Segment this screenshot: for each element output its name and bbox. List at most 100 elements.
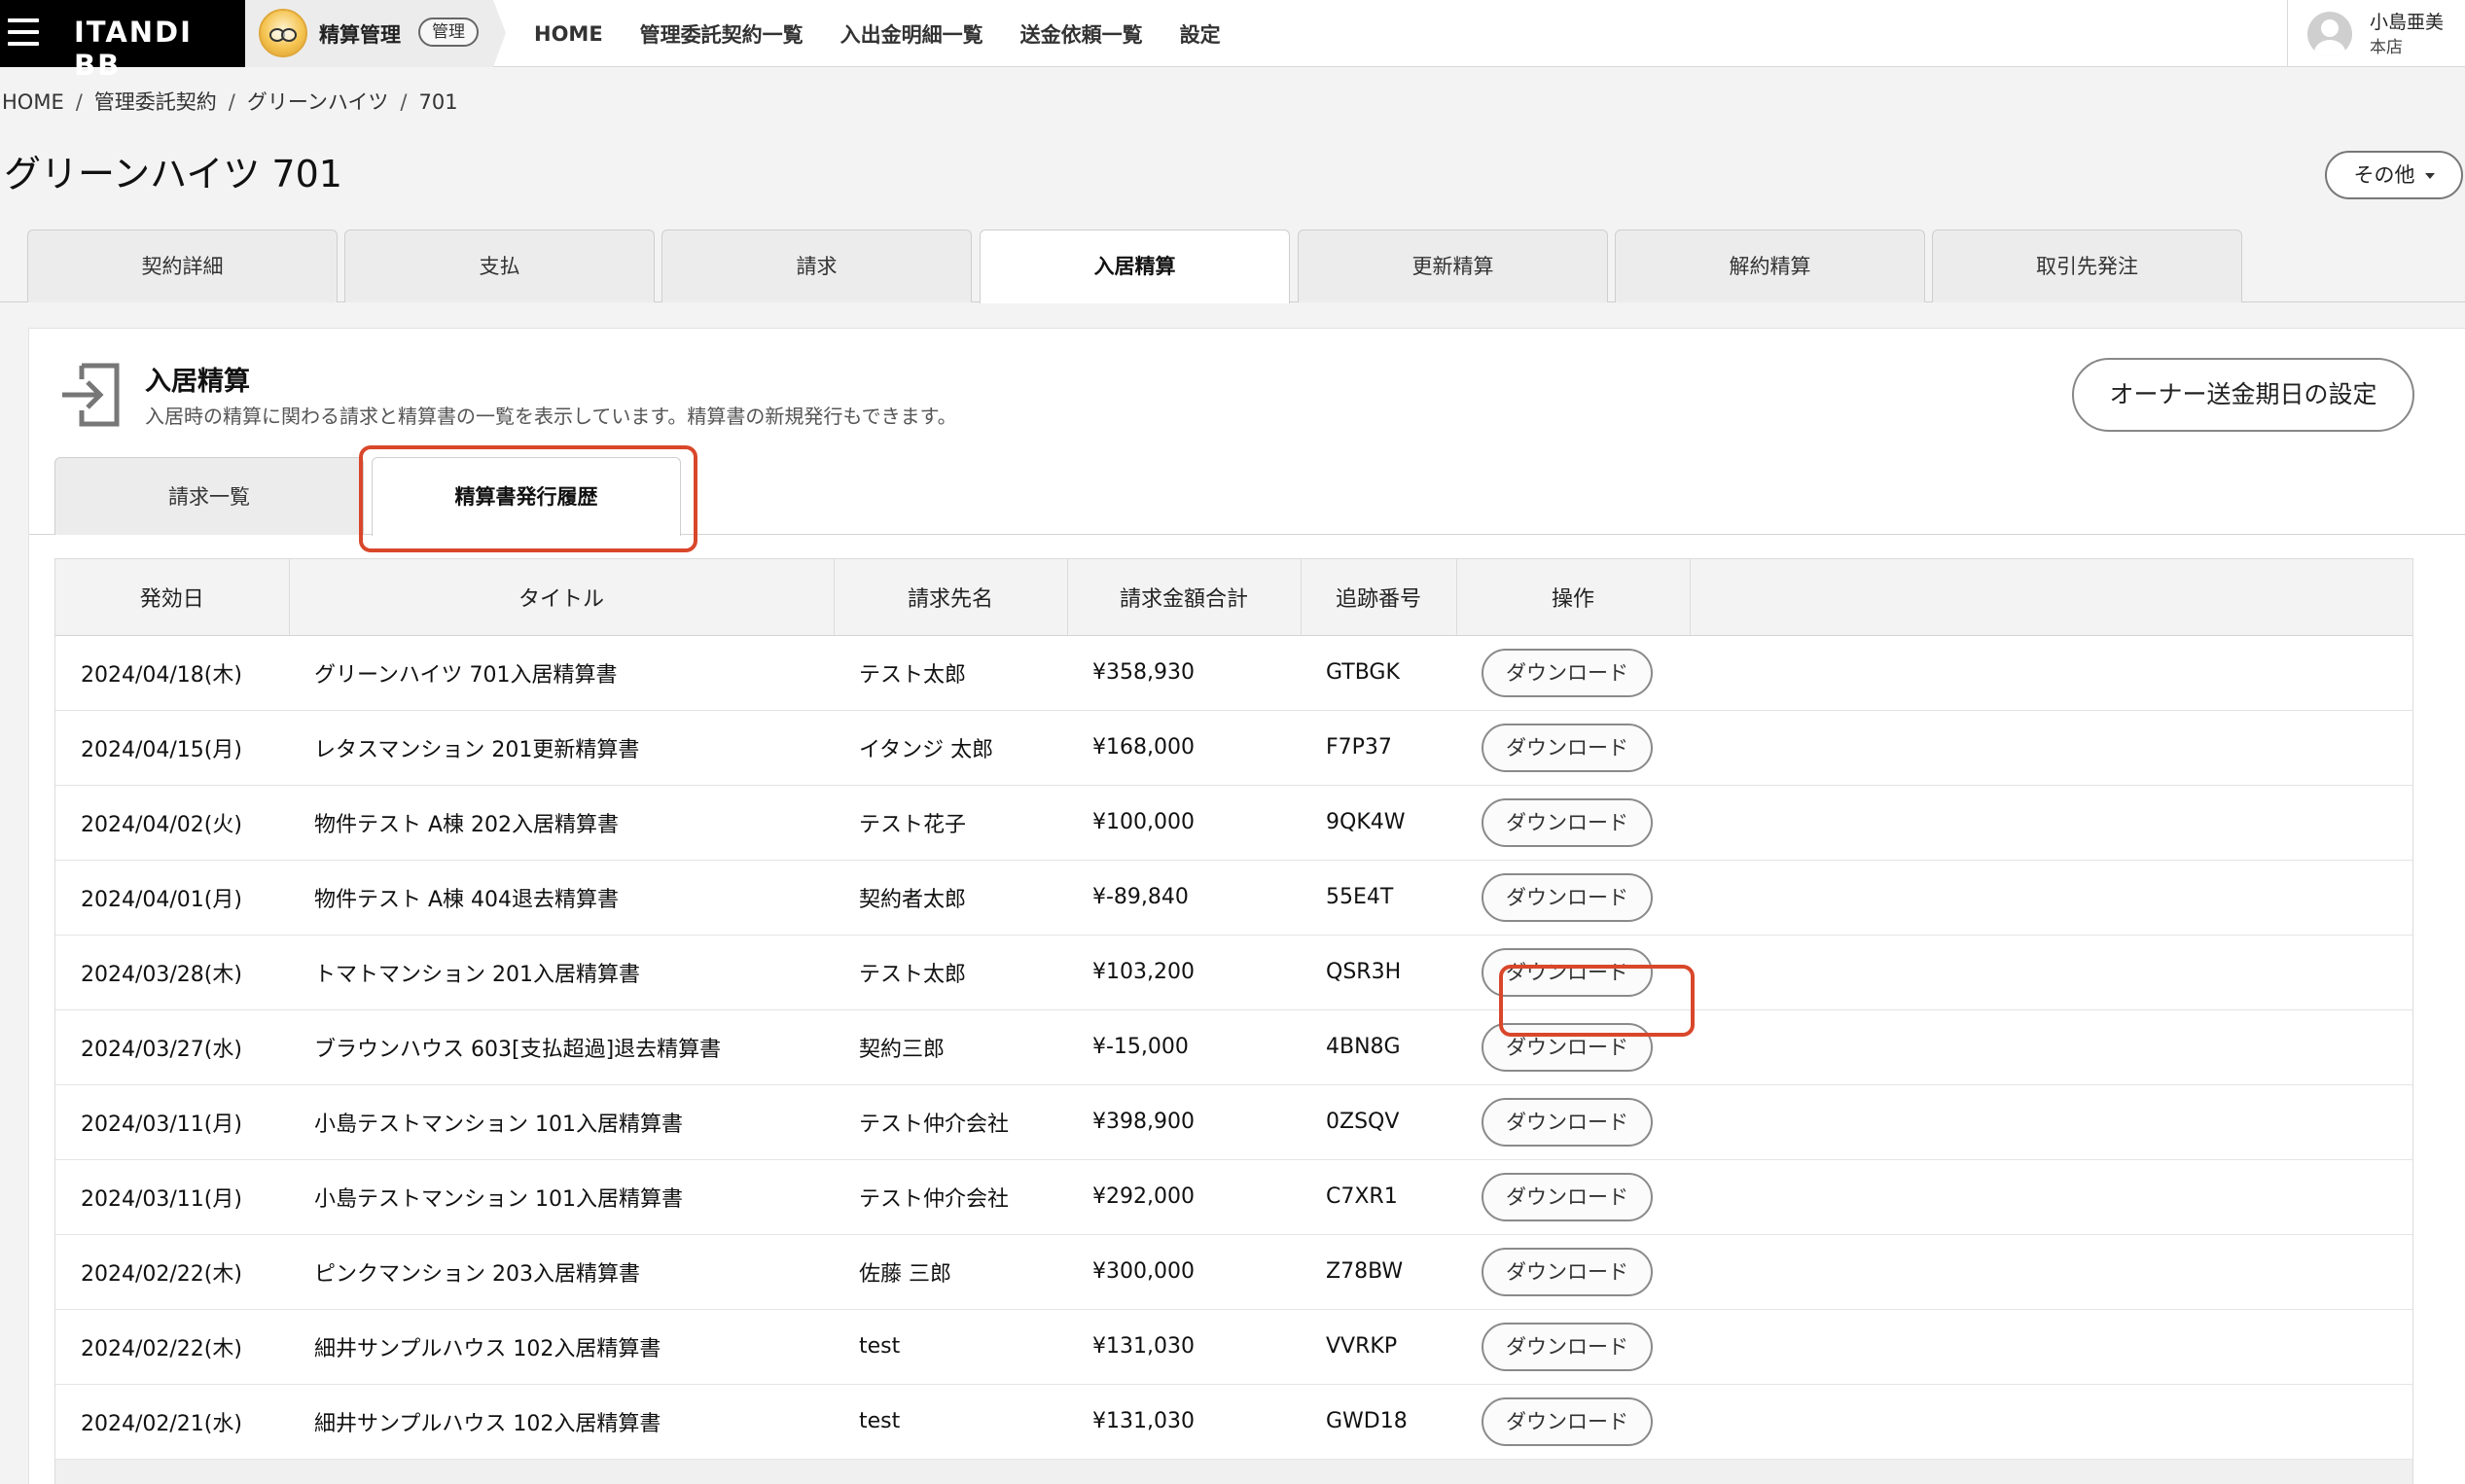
breadcrumb-home[interactable]: HOME: [2, 90, 64, 114]
owner-remittance-date-button[interactable]: オーナー送金期日の設定: [2072, 358, 2414, 432]
cell-tracking-number: QSR3H: [1326, 960, 1402, 984]
column-header-billing-name: 請求先名: [834, 559, 1068, 636]
cell-billing-name: テスト仲介会社: [859, 1112, 1010, 1137]
column-header-issue-date: 発効日: [55, 559, 290, 636]
cell-total-amount: ¥292,000: [1092, 1184, 1195, 1209]
user-name: 小島亜美: [2370, 12, 2445, 33]
cell-title: 小島テストマンション 101入居精算書: [314, 1186, 683, 1212]
cell-billing-name: テスト太郎: [859, 662, 967, 688]
cell-actions: ダウンロード: [1456, 785, 1690, 860]
settlement-panel: 入居精算 入居時の精算に関わる請求と精算書の一覧を表示しています。精算書の新規発…: [28, 328, 2465, 1484]
download-button[interactable]: ダウンロード: [1482, 947, 1653, 997]
cell-tracking-number: VVRKP: [1326, 1334, 1398, 1359]
cell-spacer: [1690, 1384, 2412, 1459]
user-menu[interactable]: 小島亜美 本店: [2287, 0, 2465, 67]
tab-payment[interactable]: 支払: [344, 230, 655, 302]
cell-billing-name: test: [859, 1409, 901, 1433]
cell-spacer: [1690, 635, 2412, 710]
cell-actions: ダウンロード: [1456, 1384, 1690, 1459]
cell-title: 物件テスト A棟 202入居精算書: [314, 812, 620, 837]
column-header-total-amount: 請求金額合計: [1067, 559, 1302, 636]
app-name: 精算管理: [319, 23, 401, 47]
nav-home[interactable]: HOME: [534, 22, 603, 46]
cell-issue-date: 2024/03/11(月): [81, 1186, 242, 1212]
subtab-settlement-history[interactable]: 精算書発行履歴: [372, 457, 681, 536]
tab-renewal-settlement[interactable]: 更新精算: [1298, 230, 1608, 302]
cell-actions: ダウンロード: [1456, 1009, 1690, 1084]
download-button[interactable]: ダウンロード: [1482, 1022, 1653, 1072]
subtab-billing-list[interactable]: 請求一覧: [54, 457, 364, 535]
table-row: 2024/03/28(木) トマトマンション 201入居精算書 テスト太郎 ¥103,…: [55, 935, 2412, 1009]
download-button[interactable]: ダウンロード: [1482, 1396, 1653, 1446]
brand-logo[interactable]: ITANDI BB: [74, 16, 245, 82]
app-switcher[interactable]: 精算管理 管理: [245, 0, 506, 67]
top-bar: ITANDI BB 精算管理 管理 HOME 管理委託契約一覧 入出金明細一覧 …: [0, 0, 2465, 82]
table-row: 2024/04/15(月) レタスマンション 201更新精算書 イタンジ 太郎 ¥16…: [55, 710, 2412, 785]
sub-tabs: 請求一覧 精算書発行履歴: [29, 457, 2465, 536]
cell-title: ピンクマンション 203入居精算書: [314, 1261, 640, 1287]
cell-billing-name: イタンジ 太郎: [859, 737, 994, 762]
cell-spacer: [1690, 1009, 2412, 1084]
table-row: [55, 1459, 2412, 1484]
tab-vendor-orders[interactable]: 取引先発注: [1932, 230, 2242, 302]
cell-title: トマトマンション 201入居精算書: [314, 962, 640, 987]
cell-billing-name: テスト仲介会社: [859, 1186, 1010, 1212]
download-button[interactable]: ダウンロード: [1482, 648, 1653, 697]
download-button[interactable]: ダウンロード: [1482, 797, 1653, 847]
avatar-icon: [2307, 12, 2352, 56]
download-button[interactable]: ダウンロード: [1482, 872, 1653, 922]
cell-title: グリーンハイツ 701入居精算書: [314, 662, 618, 688]
section-description: 入居時の精算に関わる請求と精算書の一覧を表示しています。精算書の新規発行もできま…: [145, 405, 957, 428]
tab-move-in-settlement[interactable]: 入居精算: [980, 230, 1290, 303]
cell-total-amount: ¥300,000: [1092, 1259, 1195, 1284]
cell-total-amount: ¥-15,000: [1092, 1035, 1189, 1059]
tab-contract-details[interactable]: 契約詳細: [27, 230, 338, 302]
download-button[interactable]: ダウンロード: [1482, 1172, 1653, 1221]
page-title: グリーンハイツ 701: [4, 153, 342, 195]
breadcrumb: HOME / 管理委託契約 / グリーンハイツ/701: [2, 90, 458, 114]
cell-spacer: [1690, 785, 2412, 860]
breadcrumb-contracts[interactable]: 管理委託契約: [94, 90, 217, 114]
cell-total-amount: ¥100,000: [1092, 810, 1195, 834]
nav-remittance-requests[interactable]: 送金依頼一覧: [1020, 19, 1143, 49]
cell-actions: ダウンロード: [1456, 1309, 1690, 1384]
download-button[interactable]: ダウンロード: [1482, 1097, 1653, 1147]
cell-issue-date: 2024/04/02(火): [81, 812, 242, 837]
tab-billing[interactable]: 請求: [661, 230, 972, 302]
table-row: 2024/03/11(月) 小島テストマンション 101入居精算書 テスト仲介会社 ¥…: [55, 1159, 2412, 1234]
tab-cancellation-settlement[interactable]: 解約精算: [1615, 230, 1925, 302]
cell-actions: ダウンロード: [1456, 635, 1690, 710]
download-button[interactable]: ダウンロード: [1482, 1247, 1653, 1296]
cell-tracking-number: 4BN8G: [1326, 1035, 1401, 1059]
main-nav: HOME 管理委託契約一覧 入出金明細一覧 送金依頼一覧 設定: [516, 0, 1239, 67]
hamburger-icon[interactable]: [8, 18, 39, 48]
cell-spacer: [1690, 1234, 2412, 1309]
column-header-actions: 操作: [1456, 559, 1691, 636]
table-row: 2024/02/22(木) 細井サンプルハウス 102入居精算書 test ¥131,…: [55, 1309, 2412, 1384]
cell-tracking-number: C7XR1: [1326, 1184, 1398, 1209]
download-button[interactable]: ダウンロード: [1482, 723, 1653, 772]
table-row: 2024/03/27(水) ブラウンハウス 603[支払超過]退去精算書 契約三郎 ¥…: [55, 1009, 2412, 1084]
cell-spacer: [1690, 860, 2412, 935]
nav-settings[interactable]: 設定: [1180, 19, 1221, 49]
cell-actions: ダウンロード: [1456, 860, 1690, 935]
other-dropdown-button[interactable]: その他: [2325, 151, 2463, 199]
table-row: 2024/03/11(月) 小島テストマンション 101入居精算書 テスト仲介会社 ¥…: [55, 1084, 2412, 1159]
cell-title: 細井サンプルハウス 102入居精算書: [314, 1336, 661, 1361]
cell-total-amount: ¥131,030: [1092, 1334, 1195, 1359]
column-header-spacer: [1690, 559, 2412, 636]
nav-transactions[interactable]: 入出金明細一覧: [840, 19, 983, 49]
cell-tracking-number: GWD18: [1326, 1409, 1408, 1433]
nav-management-contracts[interactable]: 管理委託契約一覧: [640, 19, 804, 49]
brand-area: ITANDI BB: [0, 0, 245, 82]
cell-billing-name: テスト花子: [859, 812, 967, 837]
cell-title: 細井サンプルハウス 102入居精算書: [314, 1411, 661, 1436]
cell-total-amount: ¥168,000: [1092, 735, 1195, 760]
cell-title: 物件テスト A棟 404退去精算書: [314, 887, 620, 912]
user-branch: 本店: [2370, 38, 2403, 57]
download-button[interactable]: ダウンロード: [1482, 1322, 1653, 1371]
cell-tracking-number: GTBGK: [1326, 660, 1400, 685]
cell-billing-name: 契約者太郎: [859, 887, 967, 912]
cell-issue-date: 2024/02/22(木): [81, 1336, 242, 1361]
breadcrumb-property[interactable]: グリーンハイツ: [247, 90, 389, 114]
